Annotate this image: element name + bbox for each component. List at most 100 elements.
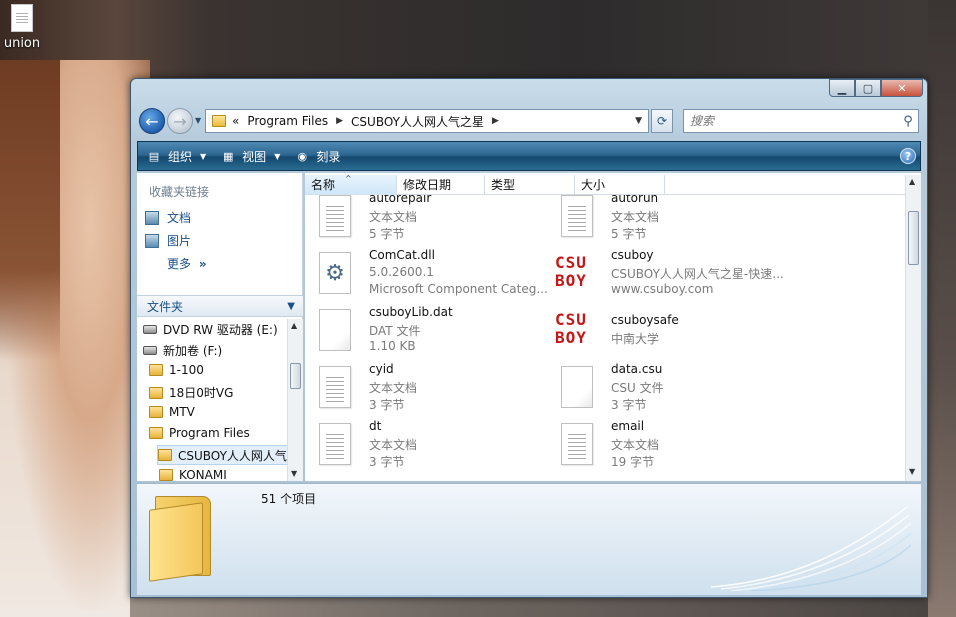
details-pane: 51 个项目 <box>137 483 921 595</box>
search-icon[interactable]: ⚲ <box>898 114 918 129</box>
documents-icon <box>145 210 159 225</box>
column-header-date[interactable]: 修改日期 <box>397 175 485 195</box>
address-dropdown-icon[interactable]: ▼ <box>635 116 642 126</box>
item-count: 51 个项目 <box>261 492 317 506</box>
back-button[interactable]: ← <box>139 108 165 134</box>
search-box[interactable]: ⚲ <box>683 109 919 133</box>
breadcrumb-csuboy[interactable]: CSUBOY人人网人气之星 <box>351 113 484 130</box>
csuboy-logo-icon: CSU BOY <box>555 250 599 296</box>
tree-item-program-files[interactable]: Program Files <box>149 426 250 440</box>
column-header-type[interactable]: 类型 <box>485 175 575 195</box>
file-item-autorepair[interactable]: autorepair 文本文档 5 字节 <box>313 195 553 245</box>
recent-pages-dropdown-icon[interactable]: ▼ <box>195 116 201 125</box>
tree-item-1-100[interactable]: 1-100 <box>149 363 204 377</box>
file-description: Microsoft Component Categ... <box>369 282 548 296</box>
text-doc-icon <box>561 423 593 465</box>
column-header-label: 大小 <box>581 178 606 192</box>
navigation-pane: 收藏夹链接 文档 图片 更多 » 文件夹 ▼ DVD RW 驱动器 (E:) 新… <box>137 173 303 481</box>
favorite-documents[interactable]: 文档 <box>145 209 191 226</box>
favorites-title: 收藏夹链接 <box>149 185 210 199</box>
burn-label: 刻录 <box>316 149 341 164</box>
file-list-scrollbar[interactable]: ▲ ▼ <box>905 175 921 481</box>
explorer-window: ▁ ▢ ✕ ← → ▼ « Program Files ▶ CSUBOY人人网人… <box>130 78 928 598</box>
address-bar[interactable]: « Program Files ▶ CSUBOY人人网人气之星 ▶ ▼ <box>205 109 649 133</box>
file-name: ComCat.dll <box>369 248 435 262</box>
folder-icon <box>149 364 163 376</box>
desktop-icon-union[interactable]: union <box>2 4 42 51</box>
scroll-up-icon[interactable]: ▲ <box>291 321 297 330</box>
tree-item-label: 新加卷 (F:) <box>163 344 223 358</box>
folder-icon <box>149 427 163 439</box>
file-item-email[interactable]: email 文本文档 19 字节 <box>555 419 795 473</box>
breadcrumb-program-files[interactable]: Program Files <box>247 114 328 128</box>
breadcrumb-separator-icon[interactable]: ▶ <box>492 116 499 126</box>
chevron-down-icon: ▼ <box>274 151 281 161</box>
file-type: CSU 文件 <box>611 381 664 395</box>
file-item-csuboylib[interactable]: csuboyLib.dat DAT 文件 1.10 KB <box>313 305 553 359</box>
search-input[interactable] <box>684 114 898 128</box>
file-item-autorun[interactable]: autorun 文本文档 5 字节 <box>555 195 795 245</box>
tree-item-konami[interactable]: KONAMI <box>159 468 227 481</box>
scrollbar-thumb[interactable] <box>908 211 919 265</box>
views-icon: ▦ <box>222 149 234 163</box>
file-type: 文本文档 <box>369 210 418 224</box>
file-item-cyid[interactable]: cyid 文本文档 3 字节 <box>313 362 553 416</box>
file-item-dt[interactable]: dt 文本文档 3 字节 <box>313 419 553 473</box>
file-item-data-csu[interactable]: data.csu CSU 文件 3 字节 <box>555 362 795 416</box>
file-type: 文本文档 <box>611 210 660 224</box>
file-version: 5.0.2600.1 <box>369 265 434 279</box>
blank-doc-icon <box>313 307 357 353</box>
close-button[interactable]: ✕ <box>881 79 923 97</box>
file-item-csuboy[interactable]: CSU BOY csuboy CSUBOY人人网人气之星-快速... www.c… <box>555 248 795 302</box>
more-link[interactable]: 更多 » <box>167 255 207 272</box>
help-button[interactable]: ? <box>900 148 916 164</box>
gear-icon: ⚙ <box>319 252 351 294</box>
favorite-pictures[interactable]: 图片 <box>145 232 191 249</box>
tree-item-label: 1-100 <box>169 363 204 377</box>
text-doc-icon <box>555 421 599 467</box>
folder-icon <box>212 115 226 127</box>
file-size: 3 字节 <box>369 398 405 412</box>
title-buttons: ▁ ▢ ✕ <box>829 79 923 97</box>
folder-icon <box>149 386 163 399</box>
tree-item-dvd-drive[interactable]: DVD RW 驱动器 (E:) <box>143 321 278 338</box>
minimize-button[interactable]: ▁ <box>829 79 855 97</box>
file-item-csuboysafe[interactable]: CSU BOY csuboysafe 中南大学 <box>555 305 795 359</box>
burn-button[interactable]: ◉ 刻录 <box>294 148 341 165</box>
column-header-name[interactable]: ^ 名称 <box>305 174 397 195</box>
logo-line: BOY <box>555 328 587 347</box>
burn-disc-icon: ◉ <box>297 149 308 163</box>
tree-item-csuboy[interactable]: CSUBOY人人网人气 <box>157 445 287 465</box>
address-prefix[interactable]: « <box>232 114 239 128</box>
csuboy-logo-icon: CSU BOY <box>555 311 601 347</box>
forward-button[interactable]: → <box>167 108 193 134</box>
column-header-label: 修改日期 <box>403 178 452 192</box>
tree-item-18vg[interactable]: 18日0时VG <box>149 384 233 401</box>
tree-item-mtv[interactable]: MTV <box>149 405 195 419</box>
favorite-label: 文档 <box>167 211 192 225</box>
refresh-button[interactable]: ⟳ <box>651 109 673 133</box>
column-header-size[interactable]: 大小 <box>575 175 665 195</box>
file-size: 1.10 KB <box>369 339 416 353</box>
folders-header[interactable]: 文件夹 ▼ <box>137 295 303 317</box>
tree-item-f-drive[interactable]: 新加卷 (F:) <box>143 342 222 359</box>
file-company: www.csuboy.com <box>611 282 714 296</box>
file-name: cyid <box>369 362 394 376</box>
tree-scrollbar[interactable]: ▲ ▼ <box>287 319 303 481</box>
file-type: 文本文档 <box>369 381 418 395</box>
scrollbar-thumb[interactable] <box>290 363 301 389</box>
scroll-down-icon[interactable]: ▼ <box>909 467 915 476</box>
chevron-down-icon[interactable]: ▼ <box>287 301 295 312</box>
views-button[interactable]: ▦ 视图 ▼ <box>220 148 280 165</box>
wallpaper-bottom <box>130 597 956 617</box>
scroll-down-icon[interactable]: ▼ <box>291 469 297 478</box>
breadcrumb-separator-icon[interactable]: ▶ <box>336 116 343 126</box>
file-name: autorepair <box>369 195 432 205</box>
organize-button[interactable]: ▤ 组织 ▼ <box>146 148 206 165</box>
file-size: 5 字节 <box>369 227 405 241</box>
scroll-up-icon[interactable]: ▲ <box>909 177 915 186</box>
column-header-label: 名称 <box>311 178 336 192</box>
maximize-button[interactable]: ▢ <box>855 79 881 97</box>
file-description: CSUBOY人人网人气之星-快速... <box>611 267 784 281</box>
file-item-comcat[interactable]: ⚙ ComCat.dll 5.0.2600.1 Microsoft Compon… <box>313 248 553 302</box>
